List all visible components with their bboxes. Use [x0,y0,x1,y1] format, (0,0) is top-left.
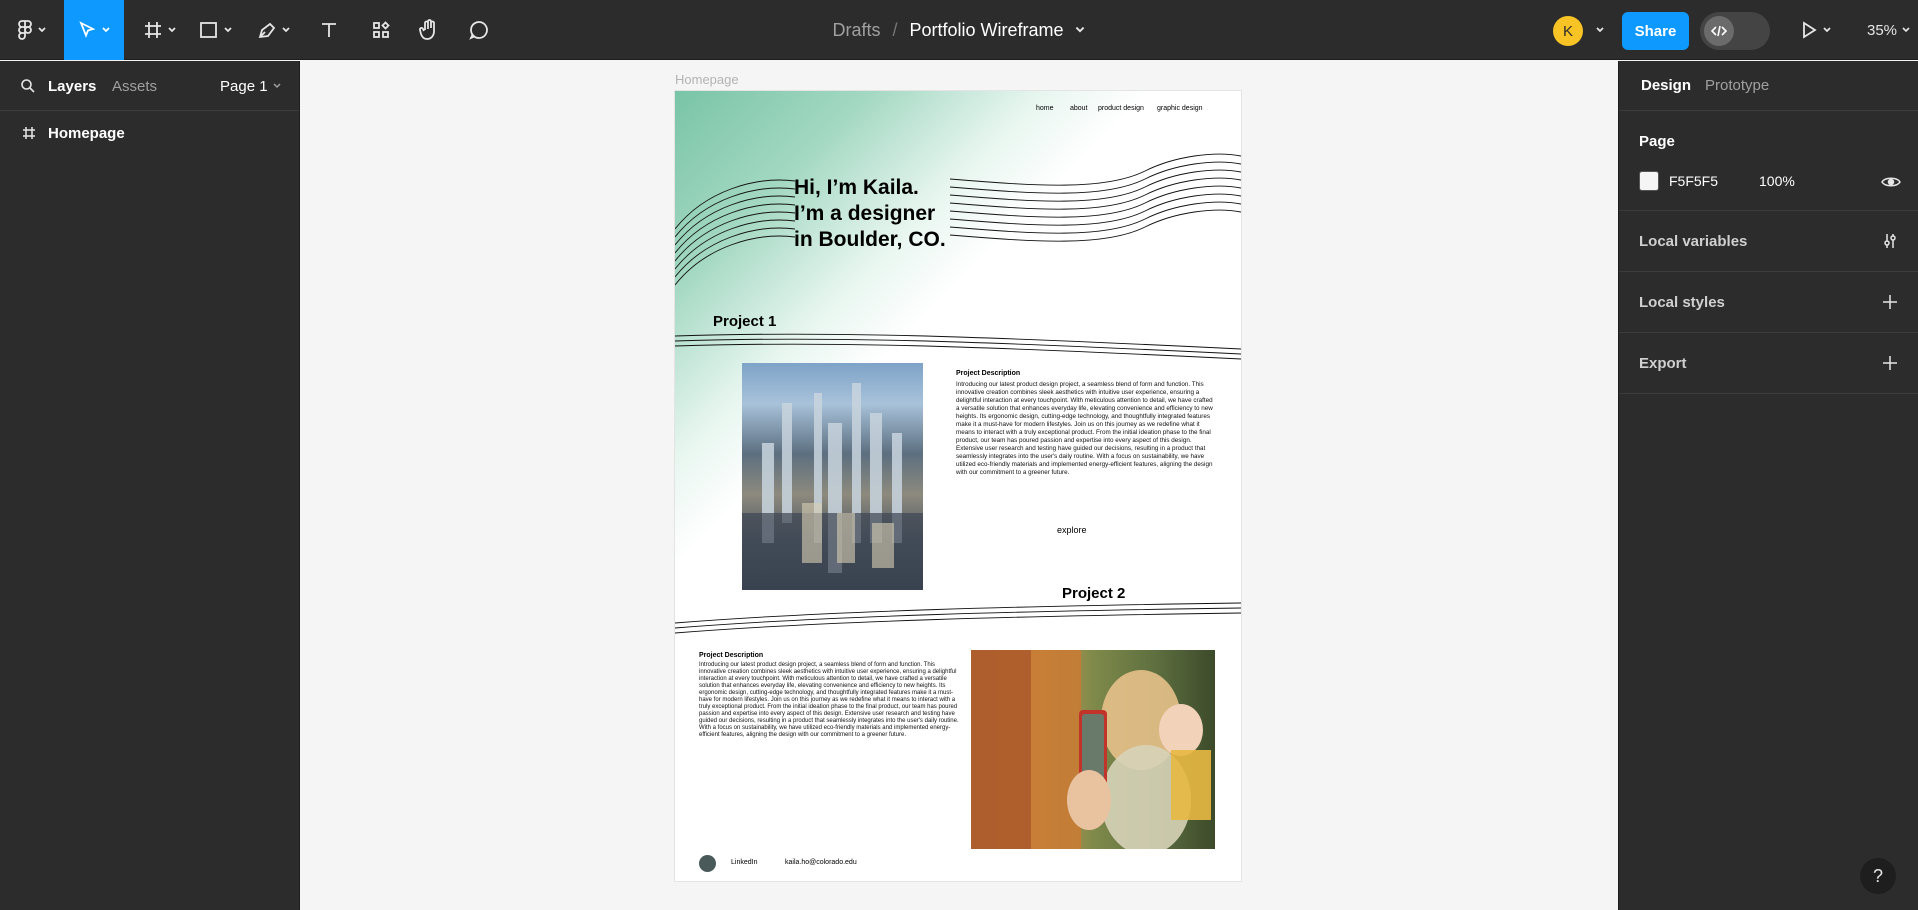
city-image [742,363,923,590]
chevron-down-icon [1596,27,1604,33]
avatar[interactable]: K [1553,16,1583,46]
move-tool-button[interactable] [64,0,124,60]
chevron-down-icon [38,27,46,33]
local-styles-section: Local styles [1619,272,1918,333]
search-icon [21,79,35,93]
project-2-title: Project 2 [1062,585,1126,602]
email-link[interactable]: kaila.ho@colorado.edu [785,859,857,866]
project-2-description-title: Project Description [699,652,764,659]
chevron-down-icon [1902,27,1910,33]
tab-assets[interactable]: Assets [112,61,157,111]
chevron-down-icon [102,27,110,33]
tab-design[interactable]: Design [1641,77,1691,94]
hero-heading: Hi, I’m Kaila. I’m a designer in Boulder… [794,175,946,253]
linkedin-link[interactable]: LinkedIn [731,859,757,866]
layer-name: Homepage [48,124,125,142]
components-icon [373,21,390,38]
share-button[interactable]: Share [1622,12,1689,50]
page-opacity-value[interactable]: 100% [1759,173,1795,189]
hero-line-3: in Boulder, CO. [794,228,946,251]
left-panel-tabs: Layers Assets Page 1 [0,61,299,111]
hand-icon [419,19,435,40]
page-section: Page F5F5F5 100% [1619,111,1918,211]
profile-avatar [699,855,716,872]
zoom-level: 35% [1867,21,1898,39]
file-menu-button[interactable] [1074,24,1086,36]
chevron-down-icon [282,27,290,33]
left-panel: Layers Assets Page 1 Homepage [0,61,300,910]
frame-tool-button[interactable] [138,0,182,60]
project-1-description: Introducing our latest product design pr… [956,381,1213,476]
export-title[interactable]: Export [1639,355,1687,372]
chevron-down-icon [1075,26,1084,33]
local-styles-title[interactable]: Local styles [1639,294,1725,311]
eye-icon[interactable] [1881,175,1901,189]
zoom-dropdown[interactable]: 35% [1867,0,1911,60]
project-2-description: Introducing our latest product design pr… [699,662,959,738]
right-panel-tabs: Design Prototype [1619,61,1918,111]
breadcrumb-drafts[interactable]: Drafts [832,20,880,41]
pen-tool-button[interactable] [252,0,296,60]
shape-tool-button[interactable] [194,0,238,60]
layer-item-homepage[interactable]: Homepage [0,119,300,147]
pen-icon [258,22,276,39]
play-icon [1803,21,1817,39]
multiplayer-menu-button[interactable] [1590,0,1606,60]
page-color-swatch[interactable] [1639,171,1659,191]
components-tool-button[interactable] [366,0,396,60]
chevron-down-icon [1823,27,1831,33]
text-icon [322,23,336,37]
tab-prototype[interactable]: Prototype [1705,77,1769,94]
export-section: Export [1619,333,1918,394]
comment-tool-button[interactable] [464,0,494,60]
present-button[interactable] [1796,0,1836,60]
main-menu-button[interactable] [12,0,52,60]
chevron-down-icon [224,27,232,33]
file-name[interactable]: Portfolio Wireframe [909,20,1063,41]
help-button[interactable]: ? [1860,858,1896,894]
family-photo-image [971,650,1215,849]
page-color-value[interactable]: F5F5F5 [1669,173,1718,189]
project-1-title: Project 1 [713,313,777,330]
local-variables-section: Local variables [1619,211,1918,272]
variables-settings-icon[interactable] [1881,232,1899,250]
figma-logo-icon [18,20,32,40]
breadcrumb-separator: / [892,19,898,40]
right-panel: Design Prototype Page F5F5F5 100% Local … [1618,61,1918,910]
toolbar: Drafts / Portfolio Wireframe K Share 35% [0,0,1918,60]
page-selector[interactable]: Page 1 [220,61,282,111]
hand-tool-button[interactable] [414,0,444,60]
local-variables-title[interactable]: Local variables [1639,233,1747,250]
comment-icon [469,21,488,40]
rectangle-icon [200,22,217,38]
search-layers-button[interactable] [20,61,36,111]
chevron-down-icon [168,27,176,33]
frame-icon [23,127,35,139]
add-export-icon[interactable] [1881,354,1899,372]
tab-layers[interactable]: Layers [48,61,96,111]
hero-line-1: Hi, I’m Kaila. [794,176,919,199]
explore-link[interactable]: explore [1057,525,1087,535]
project-1-description-title: Project Description [956,370,1021,377]
chevron-down-icon [273,83,281,89]
page-selector-label: Page 1 [220,77,268,95]
page-section-title: Page [1639,133,1675,150]
homepage-frame[interactable]: home about product design graphic design [675,91,1241,881]
text-tool-button[interactable] [314,0,344,60]
frame-icon [145,22,161,38]
frame-label[interactable]: Homepage [675,72,739,87]
hero-line-2: I’m a designer [794,202,936,225]
add-style-icon[interactable] [1881,293,1899,311]
code-icon [1704,16,1734,46]
cursor-icon [79,21,96,38]
dev-mode-toggle[interactable] [1700,12,1770,50]
